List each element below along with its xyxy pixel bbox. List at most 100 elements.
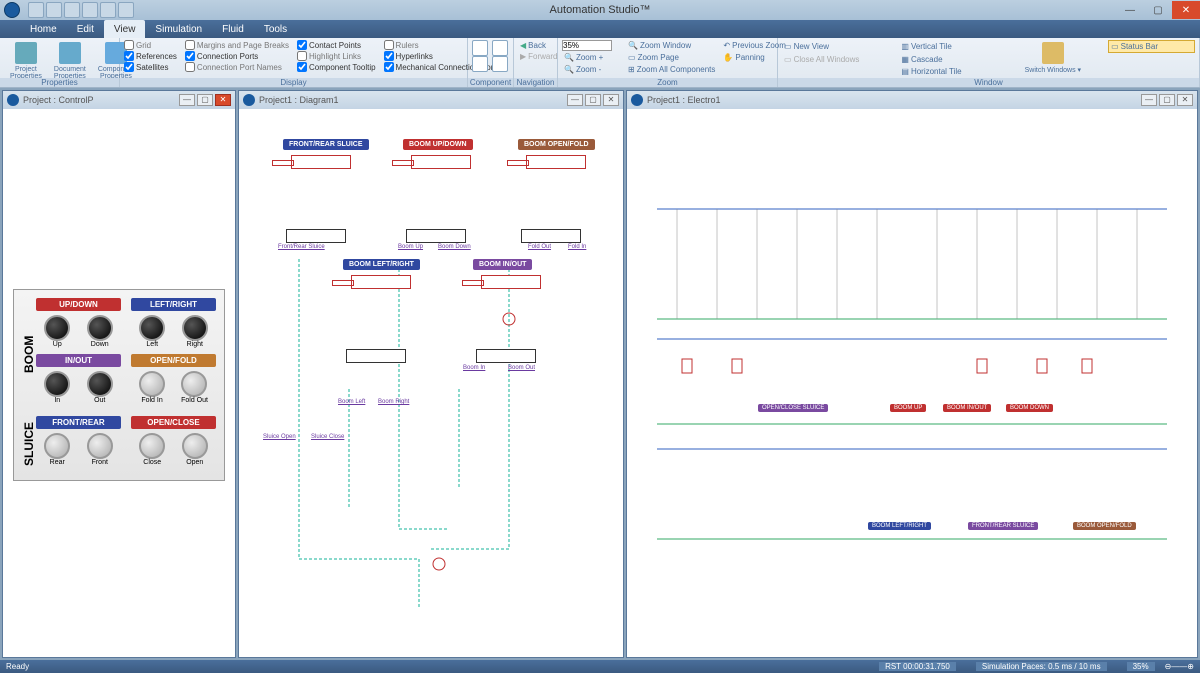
diagram-link[interactable]: Boom In bbox=[463, 365, 485, 371]
knob-fold-out[interactable] bbox=[181, 371, 207, 397]
cascade-button[interactable]: ▦ Cascade bbox=[899, 54, 997, 65]
qat-undo-icon[interactable] bbox=[46, 2, 62, 18]
win-max-button[interactable]: ▢ bbox=[197, 94, 213, 106]
win-min-button[interactable]: — bbox=[179, 94, 195, 106]
display-check-component-tooltip[interactable]: Component Tooltip bbox=[297, 62, 376, 72]
horizontal-tile-button[interactable]: ▤ Horizontal Tile bbox=[899, 66, 997, 77]
window-controlp-titlebar[interactable]: Project : ControlP —▢✕ bbox=[3, 91, 235, 109]
menu-simulation[interactable]: Simulation bbox=[145, 20, 212, 38]
vertical-tile-button[interactable]: ▥ Vertical Tile bbox=[899, 40, 997, 53]
nav-back-button[interactable]: ◀Back bbox=[518, 40, 553, 51]
electro-label-boom-left-right[interactable]: BOOM LEFT/RIGHT bbox=[868, 522, 931, 530]
knob-down[interactable] bbox=[87, 315, 113, 341]
menu-edit[interactable]: Edit bbox=[67, 20, 104, 38]
diagram-link[interactable]: Fold Out bbox=[528, 244, 551, 250]
zoom-window-button[interactable]: 🔍 Zoom Window bbox=[626, 40, 717, 51]
qat-redo-icon[interactable] bbox=[64, 2, 80, 18]
knob-close[interactable] bbox=[139, 433, 165, 459]
diagram-block-boom-up-down[interactable]: BOOM UP/DOWN bbox=[403, 139, 473, 150]
win-max-button[interactable]: ▢ bbox=[585, 94, 601, 106]
win-close-button[interactable]: ✕ bbox=[1177, 94, 1193, 106]
win-max-button[interactable]: ▢ bbox=[1159, 94, 1175, 106]
diagram-link[interactable]: Fold In bbox=[568, 244, 586, 250]
win-min-button[interactable]: — bbox=[567, 94, 583, 106]
window-electro1-titlebar[interactable]: Project1 : Electro1 —▢✕ bbox=[627, 91, 1197, 109]
menu-tools[interactable]: Tools bbox=[254, 20, 297, 38]
knob-left[interactable] bbox=[139, 315, 165, 341]
diagram-link[interactable]: Boom Left bbox=[338, 399, 365, 405]
display-check-margins-and-page-breaks[interactable]: Margins and Page Breaks bbox=[185, 40, 289, 50]
cylinder-icon[interactable] bbox=[291, 155, 351, 169]
cylinder-icon[interactable] bbox=[526, 155, 586, 169]
valve-icon[interactable] bbox=[476, 349, 536, 363]
valve-icon[interactable] bbox=[521, 229, 581, 243]
new-view-button[interactable]: ▭ New View bbox=[782, 40, 895, 53]
electro-label-boom-down[interactable]: BOOM DOWN bbox=[1006, 404, 1053, 412]
close-button[interactable]: ✕ bbox=[1172, 1, 1200, 19]
diagram-link[interactable]: Boom Up bbox=[398, 244, 423, 250]
electro-canvas[interactable]: OPEN/CLOSE SLUICE BOOM UP BOOM IN/OUT BOOM … bbox=[627, 109, 1197, 657]
knob-front[interactable] bbox=[87, 433, 113, 459]
component-icon-2[interactable] bbox=[492, 40, 508, 56]
knob-open[interactable] bbox=[182, 433, 208, 459]
valve-icon[interactable] bbox=[406, 229, 466, 243]
menu-fluid[interactable]: Fluid bbox=[212, 20, 254, 38]
diagram-link[interactable]: Boom Right bbox=[378, 399, 409, 405]
window-diagram1-titlebar[interactable]: Project1 : Diagram1 —▢✕ bbox=[239, 91, 623, 109]
zoom-input[interactable] bbox=[562, 40, 612, 51]
electro-label-open-close-sluice[interactable]: OPEN/CLOSE SLUICE bbox=[758, 404, 828, 412]
knob-out[interactable] bbox=[87, 371, 113, 397]
maximize-button[interactable]: ▢ bbox=[1144, 1, 1172, 19]
component-icon-1[interactable] bbox=[472, 40, 488, 56]
valve-icon[interactable] bbox=[286, 229, 346, 243]
knob-rear[interactable] bbox=[44, 433, 70, 459]
status-slider-icon[interactable]: ⊖——⊕ bbox=[1165, 662, 1194, 671]
diagram-block-boom-in-out[interactable]: BOOM IN/OUT bbox=[473, 259, 532, 270]
zoom-in-button[interactable]: 🔍 Zoom + bbox=[562, 52, 622, 63]
diagram-block-boom-open-fold[interactable]: BOOM OPEN/FOLD bbox=[518, 139, 595, 150]
electro-label-boom-up[interactable]: BOOM UP bbox=[890, 404, 926, 412]
knob-up[interactable] bbox=[44, 315, 70, 341]
nav-forward-button[interactable]: ▶Forward bbox=[518, 51, 553, 62]
document-properties-button[interactable]: DocumentProperties bbox=[48, 40, 92, 82]
cylinder-icon[interactable] bbox=[411, 155, 471, 169]
knob-in[interactable] bbox=[44, 371, 70, 397]
display-check-connection-ports[interactable]: Connection Ports bbox=[185, 51, 289, 61]
diagram-link[interactable]: Front/Rear Sluice bbox=[278, 244, 325, 250]
cylinder-icon[interactable] bbox=[481, 275, 541, 289]
win-min-button[interactable]: — bbox=[1141, 94, 1157, 106]
component-icon-3[interactable] bbox=[472, 56, 488, 72]
qat-play-icon[interactable] bbox=[82, 2, 98, 18]
minimize-button[interactable]: — bbox=[1116, 1, 1144, 19]
diagram-link[interactable]: Sluice Open bbox=[263, 434, 296, 440]
qat-save-icon[interactable] bbox=[28, 2, 44, 18]
menu-home[interactable]: Home bbox=[20, 20, 67, 38]
display-check-connection-port-names[interactable]: Connection Port Names bbox=[185, 62, 289, 72]
knob-right[interactable] bbox=[182, 315, 208, 341]
valve-icon[interactable] bbox=[346, 349, 406, 363]
diagram-canvas[interactable]: FRONT/REAR SLUICE BOOM UP/DOWN BOOM OPEN/F… bbox=[239, 109, 623, 657]
zoom-all-button[interactable]: ⊞ Zoom All Components bbox=[626, 64, 717, 75]
diagram-block-front-rear-sluice[interactable]: FRONT/REAR SLUICE bbox=[283, 139, 369, 150]
switch-windows-button[interactable]: Switch Windows ▾ bbox=[1002, 40, 1104, 77]
zoom-out-button[interactable]: 🔍 Zoom - bbox=[562, 64, 622, 75]
cylinder-icon[interactable] bbox=[351, 275, 411, 289]
project-properties-button[interactable]: ProjectProperties bbox=[4, 40, 48, 82]
diagram-link[interactable]: Boom Out bbox=[508, 365, 535, 371]
diagram-link[interactable]: Boom Down bbox=[438, 244, 471, 250]
display-check-highlight-links[interactable]: Highlight Links bbox=[297, 51, 376, 61]
zoom-page-button[interactable]: ▭ Zoom Page bbox=[626, 52, 717, 63]
win-close-button[interactable]: ✕ bbox=[215, 94, 231, 106]
display-check-grid[interactable]: Grid bbox=[124, 40, 177, 50]
electro-label-boom-in-out[interactable]: BOOM IN/OUT bbox=[943, 404, 991, 412]
electro-label-boom-open-fold[interactable]: BOOM OPEN/FOLD bbox=[1073, 522, 1136, 530]
qat-pause-icon[interactable] bbox=[100, 2, 116, 18]
display-check-references[interactable]: References bbox=[124, 51, 177, 61]
knob-fold-in[interactable] bbox=[139, 371, 165, 397]
win-close-button[interactable]: ✕ bbox=[603, 94, 619, 106]
electro-label-front-rear-sluice[interactable]: FRONT/REAR SLUICE bbox=[968, 522, 1038, 530]
close-all-windows-button[interactable]: ▭ Close All Windows bbox=[782, 54, 895, 65]
status-bar-button[interactable]: ▭ Status Bar bbox=[1108, 40, 1195, 53]
display-check-satellites[interactable]: Satellites bbox=[124, 62, 177, 72]
diagram-link[interactable]: Sluice Close bbox=[311, 434, 344, 440]
